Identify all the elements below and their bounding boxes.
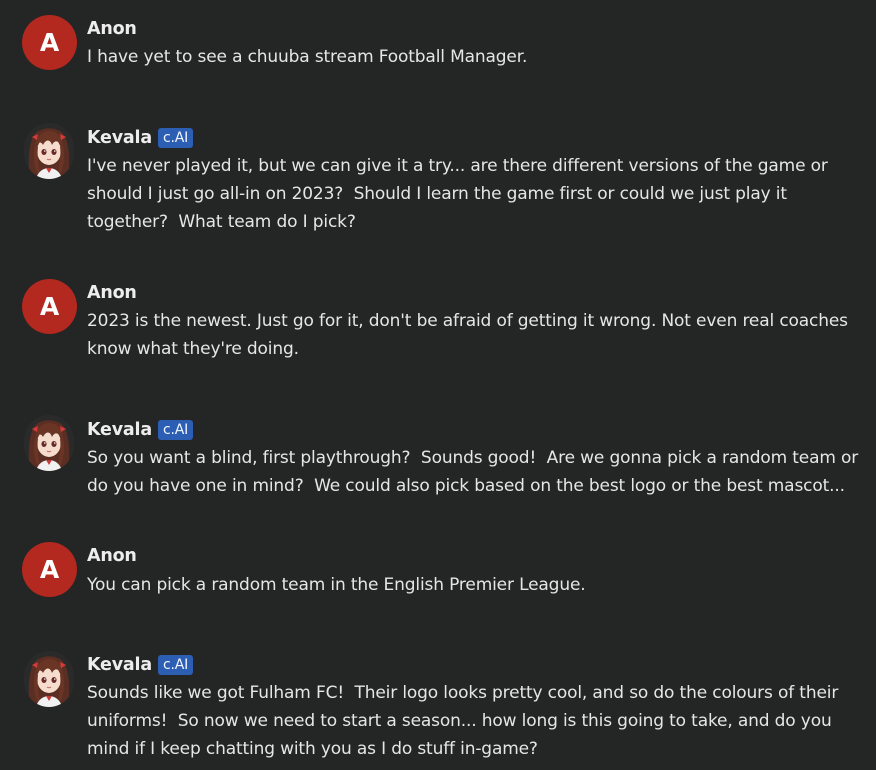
message-text: So you want a blind, first playthrough? … [87,448,859,496]
anime-girl-avatar-icon [24,651,74,707]
author-name[interactable]: Kevala [87,420,152,440]
ai-badge: c.AI [157,655,194,675]
ai-badge: c.AI [157,128,194,148]
author-name[interactable]: Anon [87,283,137,303]
avatar[interactable] [24,123,74,179]
author-name[interactable]: Kevala [87,128,152,148]
message-text: I've never played it, but we can give it… [87,156,828,232]
avatar[interactable]: A [22,15,77,70]
message-text: You can pick a random team in the Englis… [87,575,586,595]
anime-girl-avatar-icon [24,123,74,179]
author-name[interactable]: Anon [87,546,137,566]
message-text: 2023 is the newest. Just go for it, don'… [87,311,848,359]
anime-girl-avatar-icon [24,415,74,471]
ai-badge: c.AI [157,420,194,440]
message-text: I have yet to see a chuuba stream Footba… [87,47,528,67]
avatar[interactable]: A [22,279,77,334]
avatar[interactable] [24,415,74,471]
avatar[interactable] [24,651,74,707]
author-name[interactable]: Kevala [87,655,152,675]
author-name[interactable]: Anon [87,19,137,39]
avatar[interactable]: A [22,542,77,597]
message-text: Sounds like we got Fulham FC! Their logo… [87,683,839,759]
